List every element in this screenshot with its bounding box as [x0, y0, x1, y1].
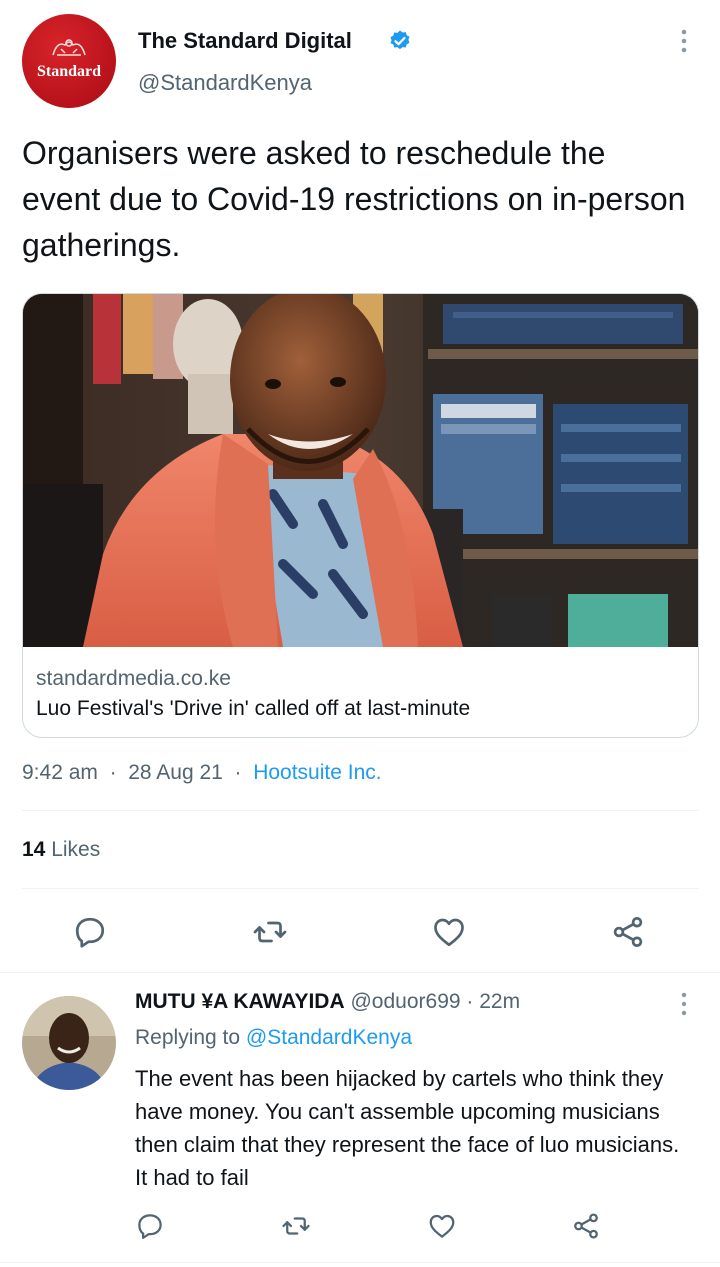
tweet-time: 9:42 am	[22, 761, 98, 784]
reply-text: The event has been hijacked by cartels w…	[135, 1066, 680, 1190]
more-icon[interactable]	[676, 990, 692, 1018]
reply-author-avatar[interactable]	[22, 996, 116, 1090]
like-icon[interactable]	[431, 914, 467, 950]
tweet-text: Organisers were asked to reschedule the …	[22, 135, 686, 263]
likes-count: 14	[22, 838, 46, 861]
likes-label: Likes	[51, 838, 101, 861]
replying-mention[interactable]: @StandardKenya	[246, 1026, 412, 1049]
tweet-meta: 9:42 am · 28 Aug 21 · Hootsuite Inc.	[22, 761, 382, 785]
likes-stat[interactable]: 14 Likes	[22, 838, 100, 862]
tweet-separator	[0, 972, 720, 973]
reply-icon[interactable]	[72, 914, 108, 950]
author-handle[interactable]: @StandardKenya	[138, 70, 312, 96]
tweet-separator	[0, 1262, 720, 1263]
card-title: Luo Festival's 'Drive in' called off at …	[36, 697, 471, 720]
share-icon[interactable]	[610, 914, 646, 950]
retweet-icon[interactable]	[252, 914, 288, 950]
verified-badge-icon	[390, 30, 410, 50]
meta-separator: ·	[228, 761, 248, 784]
crest-icon	[52, 39, 86, 56]
replying-prefix: Replying to	[135, 1026, 241, 1049]
link-card[interactable]: standardmedia.co.ke Luo Festival's 'Driv…	[22, 293, 699, 738]
divider	[22, 888, 699, 889]
author-avatar[interactable]: Standard	[22, 14, 116, 108]
author-name[interactable]: The Standard Digital	[138, 28, 352, 54]
retweet-icon[interactable]	[281, 1211, 311, 1241]
card-domain: standardmedia.co.ke	[36, 667, 231, 690]
tweet-source[interactable]: Hootsuite Inc.	[253, 761, 381, 784]
meta-separator: ·	[103, 761, 123, 784]
reply-icon[interactable]	[135, 1211, 165, 1241]
more-icon[interactable]	[676, 26, 692, 56]
share-icon[interactable]	[571, 1211, 601, 1241]
replying-to: Replying to @StandardKenya	[135, 1026, 412, 1050]
avatar-logo-text: Standard	[36, 63, 102, 80]
divider	[22, 810, 699, 811]
reply-author-name[interactable]: MUTU ¥A KAWAYIDA	[135, 990, 345, 1013]
like-icon[interactable]	[427, 1211, 457, 1241]
meta-separator: ·	[466, 990, 474, 1013]
reply-header: MUTU ¥A KAWAYIDA @oduor699 · 22m	[135, 990, 520, 1014]
tweet-date[interactable]: 28 Aug 21	[128, 761, 223, 784]
article-image	[23, 294, 698, 647]
reply-time[interactable]: 22m	[479, 990, 520, 1013]
reply-handle[interactable]: @oduor699	[350, 990, 460, 1013]
